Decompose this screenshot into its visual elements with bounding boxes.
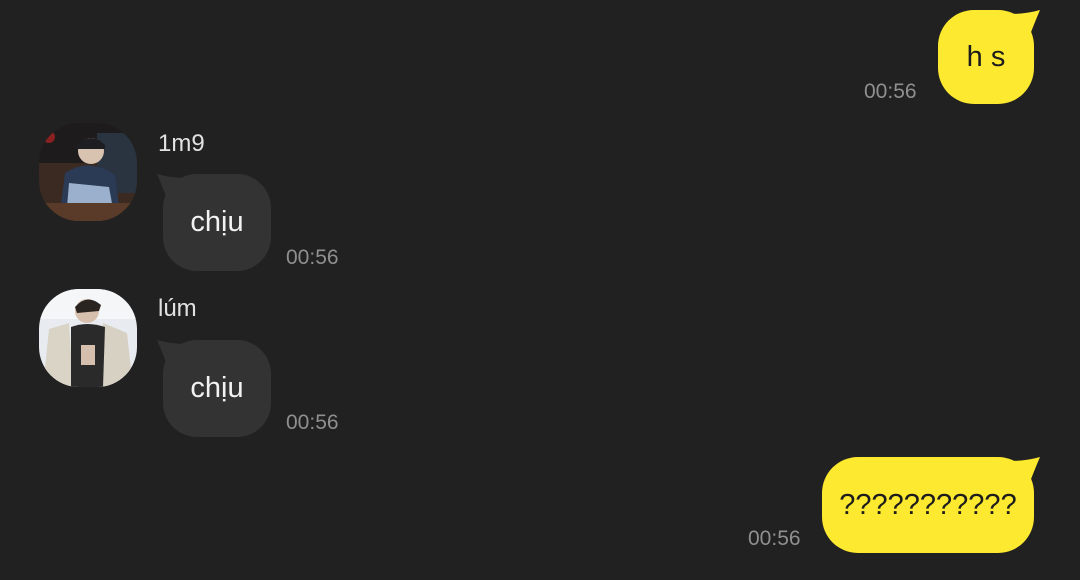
message-timestamp: 00:56 (864, 80, 917, 103)
message-text: chịu (190, 372, 244, 404)
message-bubble[interactable]: chịu (163, 340, 271, 437)
outgoing-message: h s 00:56 (0, 0, 1080, 110)
chat-message-list[interactable]: h s 00:56 1m9 chịu 00:56 lúm chịu 00:56 … (0, 0, 1080, 580)
sender-name: lúm (158, 295, 197, 322)
message-bubble[interactable]: chịu (163, 174, 271, 271)
message-bubble[interactable]: h s (938, 10, 1034, 104)
avatar[interactable] (39, 123, 137, 221)
outgoing-message: ??????????? 00:56 (0, 445, 1080, 580)
message-bubble[interactable]: ??????????? (822, 457, 1034, 553)
avatar-photo-dark (39, 123, 137, 221)
message-timestamp: 00:56 (748, 527, 801, 550)
avatar[interactable] (39, 289, 137, 387)
message-text: ??????????? (839, 488, 1017, 521)
message-timestamp: 00:56 (286, 246, 339, 269)
incoming-message: lúm chịu 00:56 (0, 275, 1080, 445)
sender-name: 1m9 (158, 130, 205, 157)
incoming-message: 1m9 chịu 00:56 (0, 110, 1080, 275)
message-text: chịu (190, 206, 244, 238)
message-timestamp: 00:56 (286, 411, 339, 434)
avatar-photo-light (39, 289, 137, 387)
message-text: h s (966, 40, 1006, 73)
